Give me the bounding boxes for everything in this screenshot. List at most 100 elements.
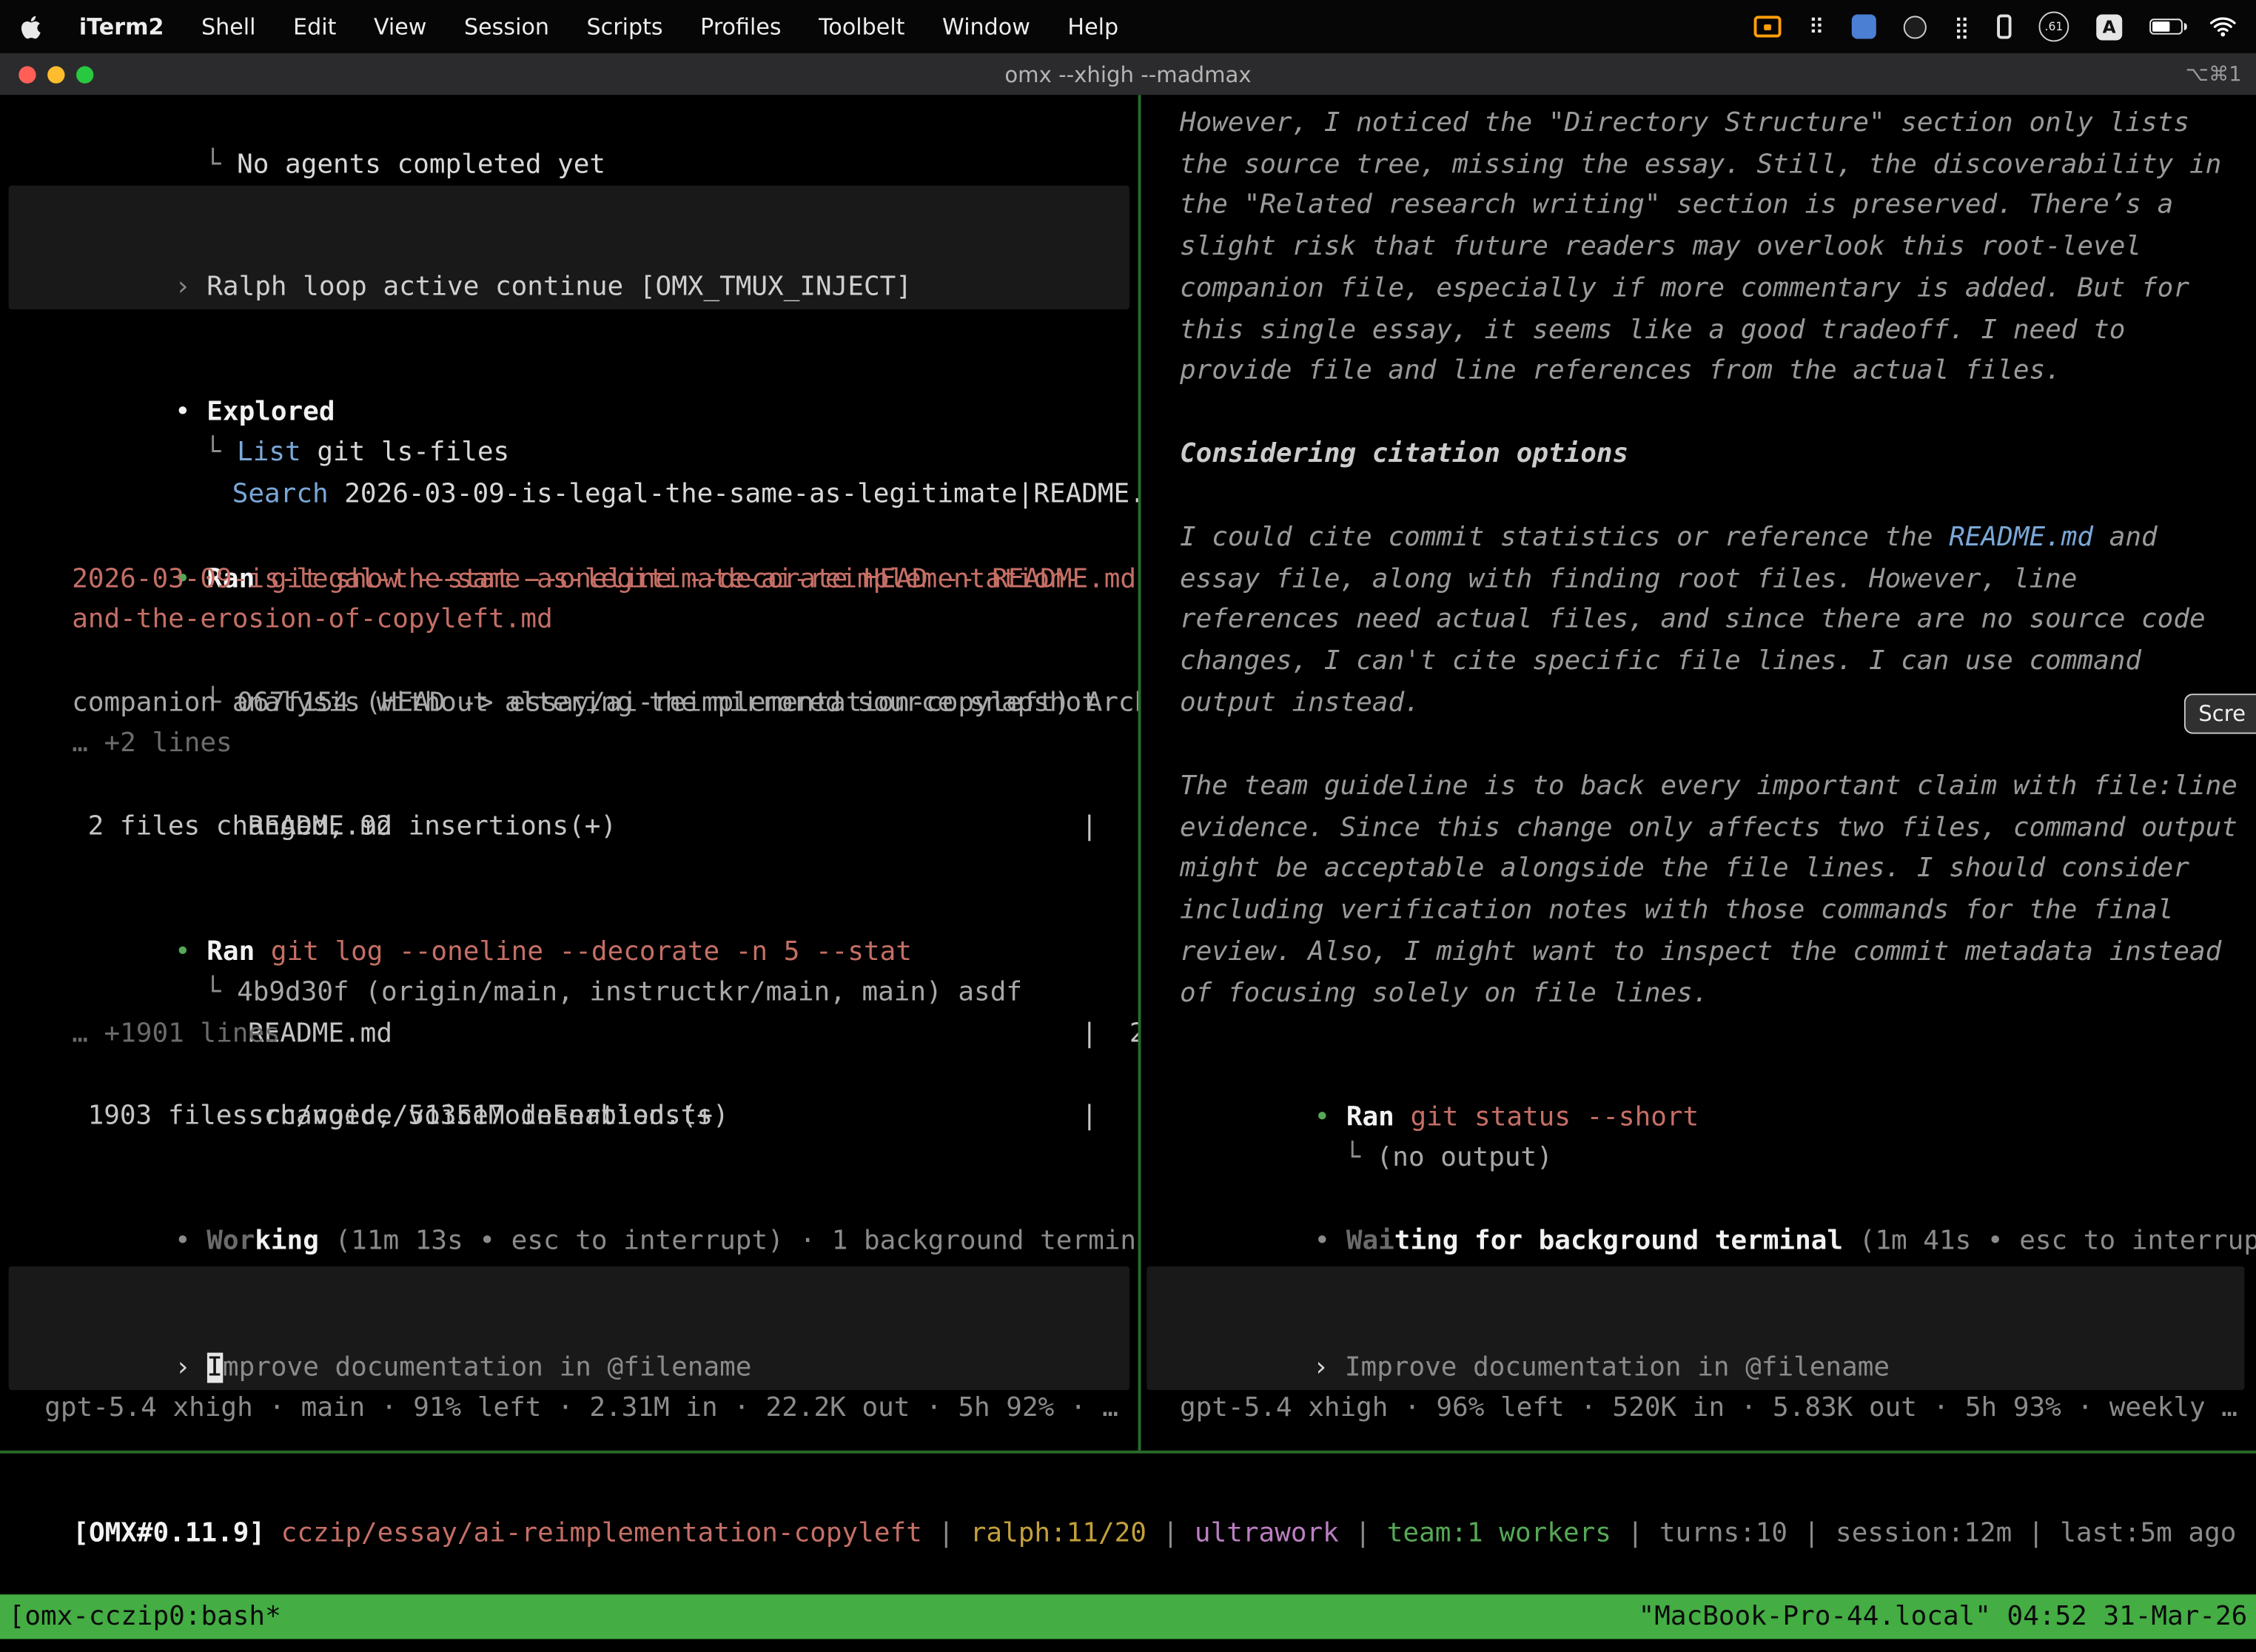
- ralph-loop-text: Ralph loop active continue [OMX_TMUX_INJ…: [207, 272, 912, 303]
- thinking-segment: I could cite commit statistics or refere…: [1180, 523, 1949, 553]
- menu-item-toolbelt[interactable]: Toolbelt: [819, 13, 904, 39]
- menu-bar-status-icons: ⠿ ⣿ .61 A: [1754, 10, 2236, 44]
- window-title-bar: omx --xhigh --madmax ⌥⌘1: [0, 53, 2256, 95]
- prompt-input[interactable]: › Improve documentation in @filename: [1147, 1266, 2244, 1390]
- minimize-button[interactable]: [47, 65, 64, 82]
- screen-overlay-button[interactable]: Scre: [2184, 694, 2256, 733]
- git-show-block: • Ran git show --stat --oneline --decora…: [0, 518, 1138, 848]
- input-source-icon[interactable]: A: [2096, 10, 2122, 44]
- menu-item-scripts[interactable]: Scripts: [587, 13, 663, 39]
- agent-status-block: └ No agents completed yet: [0, 104, 1138, 145]
- blue-app-icon[interactable]: [1852, 10, 1876, 44]
- waiting-shimmer-bright: ting for background terminal: [1394, 1226, 1843, 1256]
- omx-team: team:1 workers: [1387, 1518, 1611, 1548]
- menu-item-app[interactable]: iTerm2: [79, 13, 164, 39]
- waiting-detail: (1m 41s • esc to interrupt): [1843, 1226, 2256, 1256]
- bullet-icon: •: [175, 1226, 207, 1256]
- menu-item-edit[interactable]: Edit: [293, 13, 336, 39]
- readme-link[interactable]: README.md: [1949, 523, 2093, 553]
- omx-turns: turns:10: [1659, 1518, 1787, 1548]
- list-args: git ls-files: [301, 438, 509, 469]
- commit-wrap-line: companion analysis without altering the …: [0, 683, 1138, 725]
- explored-block: • Explored └ List git ls-files Search 20…: [0, 351, 1138, 474]
- bullet-icon: •: [1315, 1102, 1346, 1132]
- right-pane[interactable]: However, I noticed the "Directory Struct…: [1141, 95, 2256, 1450]
- dots-grid-icon[interactable]: ⠿: [1808, 10, 1824, 44]
- menu-item-view[interactable]: View: [374, 13, 427, 39]
- wifi-icon[interactable]: [2210, 10, 2236, 44]
- git-status-block: • Ran git status --short └ (no output): [1141, 1056, 2256, 1139]
- omx-branch: cczip/essay/ai-reimplementation-copyleft: [281, 1518, 922, 1548]
- separator: |: [922, 1518, 970, 1548]
- command-text: git status --short: [1410, 1102, 1699, 1132]
- tree-elbow: └: [1344, 1143, 1376, 1173]
- app-grid-icon[interactable]: ⣿: [1954, 10, 1970, 44]
- thinking-heading: Considering citation options: [1180, 434, 2256, 476]
- no-agents-line: └ No agents completed yet: [0, 104, 1138, 145]
- working-detail: (11m 13s • esc to interrupt) · 1 backgro…: [319, 1226, 1138, 1256]
- thinking-paragraph-2: I could cite commit statistics or refere…: [1141, 518, 2256, 725]
- search-args: 2026-03-09-is-legal-the-same-as-legitima…: [329, 480, 1138, 510]
- more-lines-indicator: … +2 lines: [0, 725, 1138, 766]
- thinking-text: However, I noticed the "Directory Struct…: [1180, 104, 2240, 393]
- command-wrap-line: and-the-erosion-of-copyleft.md: [0, 600, 1138, 642]
- omx-mode: ultrawork: [1195, 1518, 1339, 1548]
- tool-call-line: • Ran git show --stat --oneline --decora…: [0, 518, 1138, 560]
- tmux-session-name[interactable]: [omx-cczip0:bash*: [9, 1602, 281, 1632]
- output-text: (no output): [1377, 1143, 1553, 1173]
- model-status-block: gpt-5.4 xhigh · main · 91% left · 2.31M …: [0, 1389, 1138, 1430]
- phone-icon[interactable]: [1997, 10, 2011, 44]
- thinking-heading-block: Considering citation options: [1141, 434, 2256, 476]
- thinking-text: The team guideline is to back every impo…: [1180, 767, 2240, 1015]
- menu-item-shell[interactable]: Shell: [201, 13, 256, 39]
- left-pane[interactable]: └ No agents completed yet › Ralph loop a…: [0, 95, 1138, 1450]
- omx-status-bar: [OMX#0.11.9] cczip/essay/ai-reimplementa…: [0, 1471, 2256, 1512]
- thinking-text: I could cite commit statistics or refere…: [1180, 518, 2240, 725]
- list-verb: List: [237, 438, 301, 469]
- prompt-input[interactable]: › Improve documentation in @filename: [9, 1266, 1129, 1390]
- menu-item-session[interactable]: Session: [464, 13, 549, 39]
- recording-indicator-icon[interactable]: [1754, 10, 1782, 44]
- waiting-status-line: • Waiting for background terminal (1m 41…: [1141, 1180, 2256, 1221]
- menu-item-profiles[interactable]: Profiles: [700, 13, 781, 39]
- omx-version: [OMX#0.11.9]: [73, 1518, 281, 1548]
- battery-percentage-icon[interactable]: .61: [2038, 10, 2069, 44]
- ralph-loop-banner: › Ralph loop active continue [OMX_TMUX_I…: [9, 186, 1129, 309]
- zoom-button[interactable]: [76, 65, 93, 82]
- apple-menu-icon[interactable]: [20, 10, 41, 44]
- model-status-line: gpt-5.4 xhigh · 96% left · 520K in · 5.8…: [1141, 1389, 2256, 1430]
- bullet-icon: •: [175, 936, 207, 967]
- window-title: omx --xhigh --madmax: [0, 61, 2256, 87]
- dark-app-icon[interactable]: [1904, 10, 1927, 44]
- menu-bar-left: iTerm2 Shell Edit View Session Scripts P…: [20, 10, 1118, 44]
- omx-session: session:12m: [1836, 1518, 2012, 1548]
- model-status-line: gpt-5.4 xhigh · main · 91% left · 2.31M …: [0, 1389, 1138, 1430]
- search-verb: Search: [232, 480, 329, 510]
- tree-elbow: └: [205, 978, 237, 1008]
- screen-overlay-label: Scre: [2198, 701, 2246, 727]
- menu-item-window[interactable]: Window: [942, 13, 1030, 39]
- pane-bottom-divider: [0, 1451, 2256, 1454]
- commit-text: 4b9d30f (origin/main, instructkr/main, m…: [237, 978, 1022, 1008]
- traffic-lights: [19, 65, 93, 82]
- ralph-loop-line: › Ralph loop active continue [OMX_TMUX_I…: [9, 227, 1129, 269]
- no-agents-text: No agents completed yet: [237, 150, 605, 180]
- menu-item-help[interactable]: Help: [1067, 13, 1118, 39]
- tree-elbow: └: [205, 150, 237, 180]
- bullet-icon: •: [175, 397, 207, 427]
- text-cursor: I: [207, 1353, 223, 1383]
- screen: iTerm2 Shell Edit View Session Scripts P…: [0, 0, 2256, 1652]
- close-button[interactable]: [19, 65, 36, 82]
- ran-label: Ran: [1346, 1102, 1411, 1132]
- explored-label: Explored: [207, 397, 335, 427]
- waiting-shimmer-dim: Wai: [1346, 1226, 1394, 1256]
- prompt-chevron: ›: [175, 1353, 207, 1383]
- input-text: Improve documentation in @filename: [1345, 1353, 1890, 1383]
- battery-icon[interactable]: [2149, 10, 2183, 44]
- tmux-host-clock: "MacBook-Pro-44.local" 04:52 31-Mar-26: [1639, 1602, 2248, 1632]
- input-text: mprove documentation in @filename: [223, 1353, 751, 1383]
- separator: |: [2012, 1518, 2060, 1548]
- command-text: git log --oneline --decorate -n 5 --stat: [271, 936, 912, 967]
- waiting-status-block: • Waiting for background terminal (1m 41…: [1141, 1180, 2256, 1221]
- tool-call-line: • Ran git log --oneline --decorate -n 5 …: [0, 890, 1138, 932]
